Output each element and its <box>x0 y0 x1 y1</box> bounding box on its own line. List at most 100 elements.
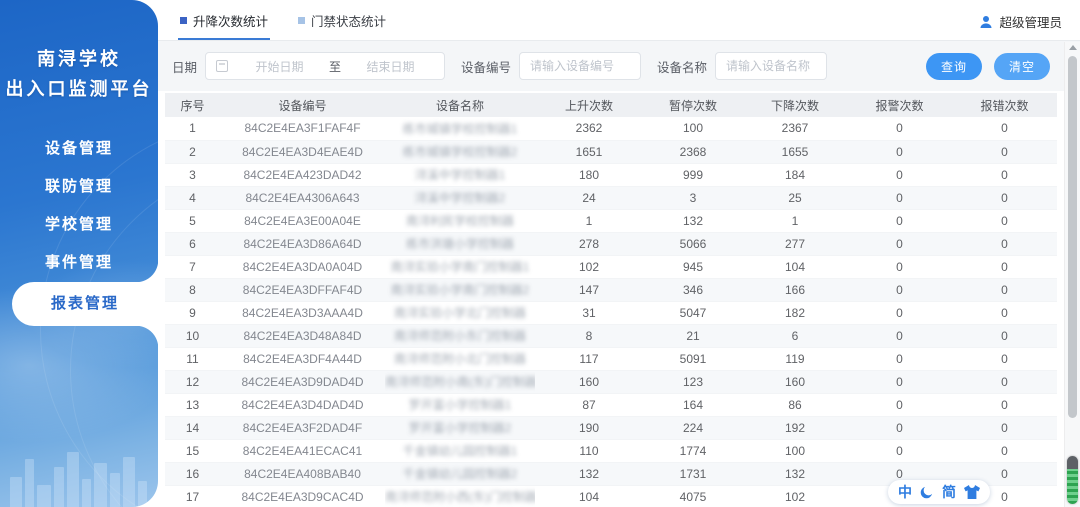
scrollbar-thumb[interactable] <box>1068 56 1077 418</box>
cell-serial: 6 <box>189 236 196 251</box>
start-date-placeholder: 开始日期 <box>255 59 304 74</box>
moon-icon[interactable] <box>920 485 934 499</box>
cell-up-count: 31 <box>582 305 596 320</box>
column-header: 序号 <box>165 93 220 117</box>
cell-pause-count: 4075 <box>679 489 707 504</box>
shirt-skin-icon[interactable] <box>964 485 980 499</box>
table-row: 4 84C2E4EA4306A643 浔溪中学控制器2 24 3 25 0 0 <box>165 186 1057 209</box>
ime-simplified-mode[interactable]: 简 <box>942 482 956 502</box>
cell-device-id: 84C2E4EA3E00A04E <box>244 213 361 228</box>
device-id-input[interactable] <box>519 52 642 80</box>
cell-down-count: 166 <box>784 282 806 297</box>
cell-device-id: 84C2E4EA3D86A64D <box>243 236 362 251</box>
cell-up-count: 117 <box>579 351 599 366</box>
cell-up-count: 104 <box>578 489 600 504</box>
sidebar: 南浔学校 出入口监测平台 设备管理 联防管理 学校管理 事件管理 报表管理 <box>0 0 158 507</box>
cell-device-name: 练市城镇学校控制器1 <box>402 121 518 136</box>
scrollbar[interactable] <box>1064 42 1080 507</box>
search-button[interactable]: 查询 <box>925 52 982 80</box>
main-content: 升降次数统计 门禁状态统计 超级管理员 日期 开始日期 至 结束日期 设备编号 设… <box>158 0 1080 507</box>
cell-up-count: 190 <box>578 420 600 435</box>
column-header: 设备编号 <box>220 93 385 117</box>
column-header: 暂停次数 <box>643 93 743 117</box>
cell-up-count: 1 <box>585 213 593 228</box>
cell-error-count: 0 <box>1001 374 1008 389</box>
cell-alarm-count: 0 <box>896 144 903 159</box>
tab-1[interactable]: 升降次数统计 <box>177 11 271 40</box>
sidebar-item-3[interactable]: 学校管理 <box>0 206 158 244</box>
cell-device-id: 84C2E4EA3F1FAF4F <box>244 121 361 136</box>
cell-down-count: 182 <box>784 305 806 320</box>
tab-label: 升降次数统计 <box>193 15 269 29</box>
sidebar-item-2[interactable]: 联防管理 <box>0 168 158 206</box>
table-row: 15 84C2E4EA41ECAC41 千金镇幼儿园控制器1 110 1774 100 0 0 <box>165 439 1057 462</box>
cell-serial: 14 <box>185 420 200 435</box>
clear-button[interactable]: 清空 <box>993 52 1050 80</box>
cell-device-id: 84C2E4EA423DAD42 <box>243 167 362 182</box>
cell-error-count: 0 <box>1001 190 1008 205</box>
user-icon <box>980 15 992 28</box>
cell-error-count: 0 <box>1001 259 1008 274</box>
cell-device-id: 84C2E4EA408BAB40 <box>244 466 361 481</box>
cell-alarm-count: 0 <box>896 213 903 228</box>
sidebar-item-1[interactable]: 设备管理 <box>0 130 158 168</box>
cell-serial: 10 <box>185 328 200 343</box>
cell-down-count: 6 <box>791 328 799 343</box>
table-row: 3 84C2E4EA423DAD42 浔溪中学控制器1 180 999 184 0 0 <box>165 163 1057 186</box>
cell-pause-count: 21 <box>686 328 700 343</box>
table-row: 12 84C2E4EA3D9DAD4D 南浔师范附小南(东)门控制器1 160 123 1… <box>165 370 1057 393</box>
cell-device-id: 84C2E4EA3D9DAD4D <box>241 374 364 389</box>
ime-toolbar[interactable]: 中 简 <box>888 480 990 504</box>
device-name-input[interactable] <box>715 52 828 80</box>
cell-device-name: 千金镇幼儿园控制器2 <box>402 467 518 481</box>
cell-up-count: 278 <box>578 236 600 251</box>
tab-bar: 升降次数统计 门禁状态统计 <box>158 0 386 40</box>
cell-alarm-count: 0 <box>896 305 903 320</box>
cell-alarm-count: 0 <box>896 328 903 343</box>
tab-2[interactable]: 门禁状态统计 <box>298 11 386 40</box>
cell-serial: 1 <box>189 121 196 136</box>
cell-device-id: 84C2E4EA3D9CAC4D <box>241 489 364 504</box>
cell-device-id: 84C2E4EA3DFFAF4D <box>242 282 363 297</box>
cell-alarm-count: 0 <box>896 236 903 251</box>
cell-alarm-count: 0 <box>896 351 903 366</box>
scroll-up-arrow-icon[interactable] <box>1069 45 1077 50</box>
cell-serial: 2 <box>189 144 196 159</box>
cell-serial: 3 <box>189 167 196 182</box>
cell-device-name: 练市城镇学校控制器2 <box>402 145 518 159</box>
cell-serial: 13 <box>185 397 200 412</box>
table-row: 14 84C2E4EA3F2DAD4F 罗开富小学控制器2 190 224 192 0 0 <box>165 416 1057 439</box>
cell-up-count: 1651 <box>575 144 603 159</box>
cell-device-id: 84C2E4EA41ECAC41 <box>242 443 363 458</box>
cell-serial: 5 <box>189 213 196 228</box>
column-header: 报错次数 <box>952 93 1057 117</box>
cell-error-count: 0 <box>1001 351 1008 366</box>
cell-pause-count: 999 <box>682 167 704 182</box>
platform-title-line1: 南浔学校 <box>37 49 121 69</box>
sidebar-item-4[interactable]: 事件管理 <box>0 244 158 282</box>
cell-pause-count: 346 <box>682 282 704 297</box>
cell-pause-count: 2368 <box>679 144 707 159</box>
cell-up-count: 2362 <box>575 121 603 136</box>
user-account[interactable]: 超级管理员 <box>979 12 1062 31</box>
cell-up-count: 8 <box>585 328 593 343</box>
sidebar-item-5[interactable]: 报表管理 <box>12 260 158 348</box>
cell-down-count: 86 <box>788 397 802 412</box>
cell-error-count: 0 <box>1001 443 1008 458</box>
sidebar-menu: 设备管理 联防管理 学校管理 事件管理 报表管理 <box>0 130 158 348</box>
tab-bullet-icon <box>298 17 306 24</box>
table-row: 9 84C2E4EA3D3AAA4D 南浔实验小学北门控制器 31 5047 182 0 0 <box>165 301 1057 324</box>
cell-error-count: 0 <box>1001 236 1008 251</box>
cell-pause-count: 5066 <box>679 236 707 251</box>
cell-serial: 7 <box>189 259 196 274</box>
table-header-row: 序号 设备编号 设备名称 上升次数 暂停次数 下降次数 报警次数 报错次数 <box>165 93 1057 117</box>
cell-device-name: 南浔利民学校控制器 <box>405 214 514 228</box>
ime-chinese-mode[interactable]: 中 <box>898 482 912 502</box>
date-range-picker[interactable]: 开始日期 至 结束日期 <box>205 52 446 80</box>
table-row: 13 84C2E4EA3D4DAD4D 罗开富小学控制器1 87 164 86 0 0 <box>165 393 1057 416</box>
cell-device-name: 南浔师范附小北门控制器 <box>393 352 526 366</box>
cell-up-count: 24 <box>582 190 596 205</box>
cell-device-name: 千金镇幼儿园控制器1 <box>402 444 518 458</box>
cell-pause-count: 123 <box>682 374 704 389</box>
cell-device-id: 84C2E4EA3D4DAD4D <box>241 397 364 412</box>
